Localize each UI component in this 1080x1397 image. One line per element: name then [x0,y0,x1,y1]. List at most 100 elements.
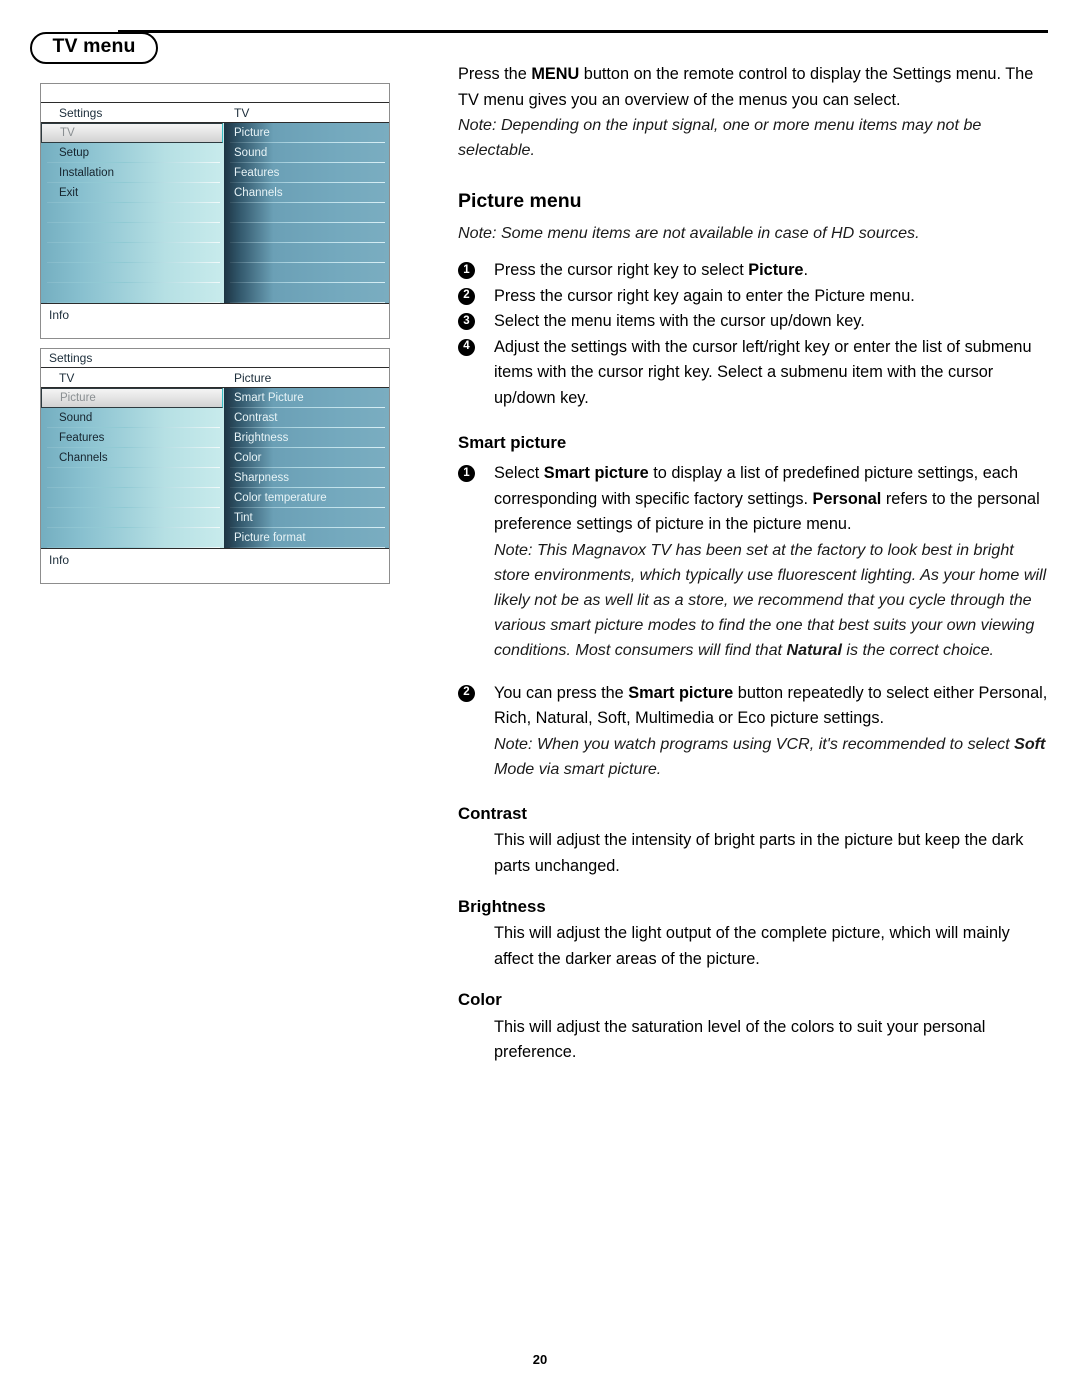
smart-picture-steps: 1 Select Smart picture to display a list… [458,461,1050,538]
osd-menu-item-label: Installation [59,167,114,179]
osd-menu-item-label: Exit [59,187,79,199]
smart-picture-note-1-wrap: Note: This Magnavox TV has been set at t… [458,538,1050,664]
osd-menu-item-empty [41,243,224,263]
smart-picture-note-2: Note: When you watch programs using VCR,… [494,732,1050,782]
smart-picture-button-emphasis: Smart picture [628,683,734,702]
osd-submenu-item-label: Contrast [234,412,278,424]
osd-menu-item[interactable]: Features [41,428,224,448]
osd-menu-item-empty [41,508,224,528]
section-tab: TV menu [30,32,158,64]
osd-footer-area [41,571,389,583]
personal-emphasis: Personal [812,489,882,508]
osd-footer: Info [41,548,389,571]
osd-submenu-item[interactable]: Contrast [224,408,389,428]
osd-screenshot-tv-menu: Settings TV TV Setup Installation Exit P… [40,83,390,339]
osd-column-headers: Settings TV [41,103,389,123]
osd-submenu-item-label: Brightness [234,432,289,444]
osd-body: TV Setup Installation Exit Picture Sound… [41,123,389,303]
osd-submenu-item[interactable]: Sound [224,143,389,163]
color-heading: Color [458,990,502,1010]
osd-submenu-item-empty [224,203,389,223]
osd-titlebar [41,84,389,103]
osd-right-column: Picture Sound Features Channels [224,123,389,303]
contrast-body: This will adjust the intensity of bright… [494,831,1024,875]
osd-submenu-item[interactable]: Color temperature [224,488,389,508]
osd-menu-item-empty [41,488,224,508]
step-text-a: Press the cursor right key again to ente… [494,286,915,305]
osd-submenu-item-label: Color [234,452,262,464]
list-item: 2 You can press the Smart picture button… [458,681,1050,732]
osd-menu-item-selected[interactable]: Picture [41,388,223,408]
osd-submenu-item-label: Color temperature [234,492,327,504]
list-item: 1 Select Smart picture to display a list… [458,461,1050,538]
brightness-body-wrap: This will adjust the light output of the… [458,921,1050,972]
osd-submenu-item[interactable]: Picture format [224,528,389,548]
osd-column-header-left: TV [59,370,75,385]
osd-titlebar: Settings [41,349,389,368]
osd-menu-item[interactable]: Sound [41,408,224,428]
smart-picture-heading: Smart picture [458,433,567,452]
osd-submenu-item[interactable]: Picture [224,123,389,143]
osd-menu-item-empty [41,468,224,488]
osd-menu-item[interactable]: Channels [41,448,224,468]
osd-menu-item-empty [41,203,224,223]
header-rule [118,30,1048,33]
step-emphasis: Picture [748,261,804,279]
osd-menu-item-empty [41,223,224,243]
osd-submenu-item[interactable]: Brightness [224,428,389,448]
smart-picture-note-1: Note: This Magnavox TV has been set at t… [494,538,1050,664]
main-content: Press the MENU button on the remote cont… [458,62,1050,1066]
contrast-body-wrap: This will adjust the intensity of bright… [458,828,1050,879]
osd-body: Picture Sound Features Channels Smart Pi… [41,388,389,548]
smart-picture-emphasis: Smart picture [543,464,649,483]
list-item: 2 Press the cursor right key again to en… [458,284,1050,310]
osd-submenu-item-empty [224,243,389,263]
osd-submenu-item-empty [224,263,389,283]
osd-menu-item-label: Picture [60,392,96,404]
osd-submenu-item-label: Channels [234,187,283,199]
osd-menu-item-label: Setup [59,147,90,159]
list-item: 4 Adjust the settings with the cursor le… [458,335,1050,412]
osd-footer: Info [41,303,389,326]
step-number-2-icon: 2 [458,684,475,702]
osd-menu-item-label: Sound [59,412,93,424]
osd-menu-item-label: Channels [59,452,108,464]
osd-menu-item-label: Features [59,432,105,444]
osd-submenu-item-empty [224,223,389,243]
list-item: 3 Select the menu items with the cursor … [458,309,1050,335]
osd-menu-item-selected[interactable]: TV [41,123,223,143]
osd-submenu-item-label: Smart Picture [234,392,304,404]
osd-footer-label: Info [49,553,70,567]
osd-submenu-item[interactable]: Tint [224,508,389,528]
osd-submenu-item-label: Picture format [234,532,306,544]
soft-emphasis: Soft [1014,734,1046,753]
osd-submenu-item[interactable]: Color [224,448,389,468]
step-text-a: Adjust the settings with the cursor left… [494,337,1032,407]
step-number-3-icon: 3 [458,313,475,330]
brightness-body: This will adjust the light output of the… [494,924,1010,968]
color-body-wrap: This will adjust the saturation level of… [458,1015,1050,1066]
smart-picture-note-2-wrap: Note: When you watch programs using VCR,… [458,732,1050,782]
osd-title: Settings [49,351,93,365]
picture-menu-steps: 1 Press the cursor right key to select P… [458,258,1050,411]
osd-submenu-item-label: Features [234,167,280,179]
osd-menu-item[interactable]: Exit [41,183,224,203]
osd-submenu-item[interactable]: Channels [224,183,389,203]
osd-column-header-right: Picture [234,370,272,385]
osd-submenu-item[interactable]: Features [224,163,389,183]
osd-submenu-item-empty [224,283,389,303]
osd-menu-item[interactable]: Setup [41,143,224,163]
osd-submenu-item[interactable]: Sharpness [224,468,389,488]
osd-submenu-item-label: Tint [234,512,253,524]
step-text-a: Select [494,464,544,483]
smart-picture-steps-2: 2 You can press the Smart picture button… [458,681,1050,732]
intro-note: Note: Depending on the input signal, one… [458,116,982,160]
osd-right-column: Smart Picture Contrast Brightness Color … [224,388,389,548]
osd-menu-item[interactable]: Installation [41,163,224,183]
osd-footer-area [41,326,389,338]
step-number-2-icon: 2 [458,287,475,305]
note-text-c: Mode via smart picture. [494,759,662,778]
step-number-1-icon: 1 [458,262,475,279]
osd-submenu-item[interactable]: Smart Picture [224,388,389,408]
osd-menu-item-empty [41,528,224,548]
